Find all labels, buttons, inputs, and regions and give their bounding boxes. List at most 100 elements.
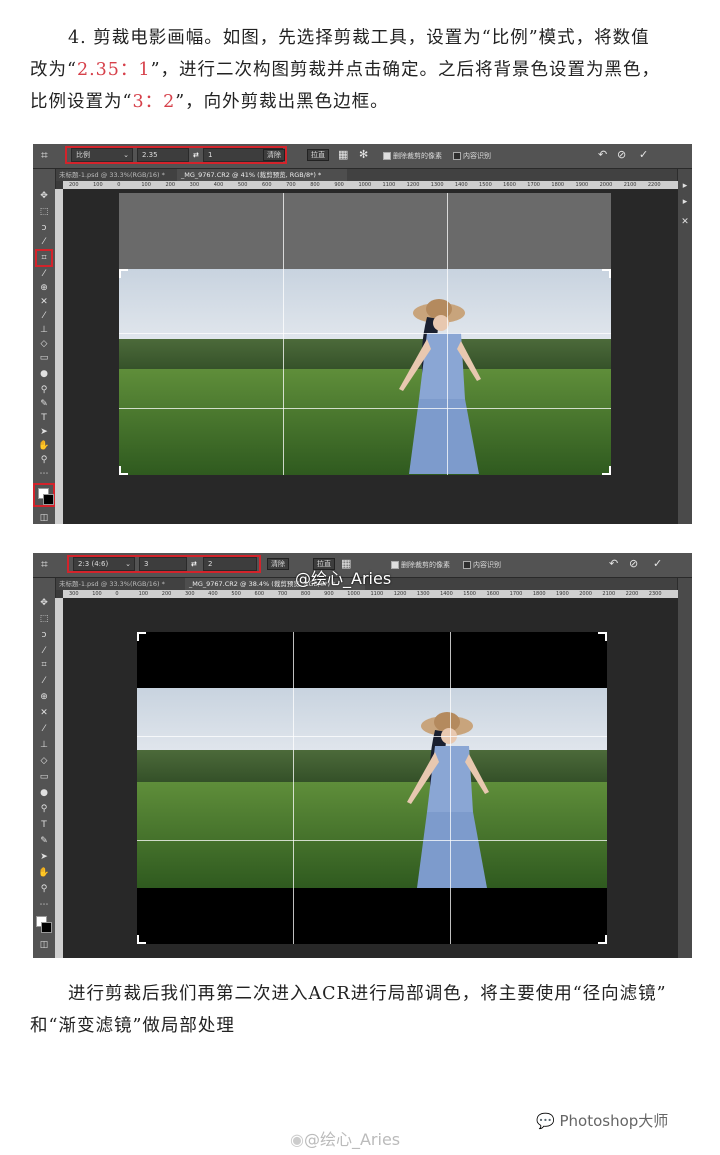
tab-document-1[interactable]: 未标题-1.psd @ 33.3%(RGB/16) *: [55, 578, 183, 590]
dodge-tool-icon[interactable]: ⚲: [37, 802, 51, 816]
reset-icon[interactable]: ↶: [609, 558, 618, 570]
delete-pixels-checkbox[interactable]: [391, 561, 399, 569]
pen-tool-icon[interactable]: ✎: [37, 834, 51, 848]
patch-tool-icon[interactable]: ✕: [37, 706, 51, 720]
lasso-tool-icon[interactable]: ↄ: [37, 628, 51, 642]
height-input[interactable]: 2: [203, 557, 257, 571]
crop-handle[interactable]: [119, 269, 128, 278]
ruler-tick-label: 0: [117, 182, 121, 188]
weibo-watermark: ◉@绘心_Aries: [290, 1130, 401, 1149]
healing-tool-icon[interactable]: ⊕: [37, 281, 51, 295]
gear-icon[interactable]: ✻: [359, 149, 368, 161]
crop-handle[interactable]: [137, 935, 146, 944]
swap-icon[interactable]: ⇄: [191, 559, 197, 569]
delete-pixels-checkbox[interactable]: [383, 152, 391, 160]
brush-tool-icon[interactable]: ⁄: [37, 309, 51, 323]
ruler-tick-label: 400: [213, 182, 224, 188]
dodge-tool-icon[interactable]: ⚲: [37, 383, 51, 397]
confirm-icon[interactable]: ✓: [639, 149, 648, 161]
tab-document-2[interactable]: _MG_9767.CR2 @ 41% (裁剪预览, RGB/8*) *: [177, 169, 347, 181]
crop-tool-icon[interactable]: ⌗: [41, 148, 55, 162]
stamp-tool-icon[interactable]: ⊥: [37, 738, 51, 752]
eyedropper-tool-icon[interactable]: ⁄: [37, 267, 51, 281]
background-color-swatch[interactable]: [43, 494, 54, 505]
width-input[interactable]: 3: [139, 557, 187, 571]
content-aware-checkbox[interactable]: [463, 561, 471, 569]
lasso-tool-icon[interactable]: ↄ: [37, 221, 51, 235]
ruler-tick-label: 600: [254, 591, 265, 597]
ruler-tick-label: 200: [161, 591, 172, 597]
clear-button[interactable]: 清除: [267, 558, 289, 570]
play-icon[interactable]: ▸: [678, 195, 692, 209]
color-swatches-highlight: [33, 483, 55, 507]
brush-tool-icon[interactable]: ⁄: [37, 722, 51, 736]
gradient-tool-icon[interactable]: ▭: [37, 770, 51, 784]
quick-mask-icon[interactable]: ◫: [37, 938, 51, 952]
cancel-icon[interactable]: ⊘: [629, 558, 638, 570]
healing-tool-icon[interactable]: ⊕: [37, 690, 51, 704]
blur-tool-icon[interactable]: ●: [37, 786, 51, 800]
crop-handle[interactable]: [119, 466, 128, 475]
ruler-tick-label: 1600: [486, 591, 500, 597]
marquee-tool-icon[interactable]: ⬚: [37, 205, 51, 219]
crop-tool-icon[interactable]: ⌗: [35, 249, 53, 267]
quick-select-tool-icon[interactable]: ⁄: [37, 644, 51, 658]
crop-tool-icon[interactable]: ⌗: [41, 557, 55, 571]
stamp-tool-icon[interactable]: ⊥: [37, 323, 51, 337]
ruler-tick-label: 1800: [532, 591, 546, 597]
more-tools-icon[interactable]: ⋯: [37, 898, 51, 912]
reset-icon[interactable]: ↶: [598, 149, 607, 161]
eraser-tool-icon[interactable]: ◇: [37, 337, 51, 351]
crop-tool-icon[interactable]: ⌗: [37, 658, 51, 672]
ruler-tick-label: 1000: [358, 182, 372, 188]
quick-mask-icon[interactable]: ◫: [37, 511, 51, 524]
move-tool-icon[interactable]: ✥: [37, 596, 51, 610]
intro-line-1: 4. 剪裁电影画幅。如图，先选择剪裁工具，设置为“比例”模式，将数值: [68, 28, 650, 48]
ruler-tick-label: 1800: [551, 182, 565, 188]
zoom-tool-icon[interactable]: ⚲: [37, 882, 51, 896]
path-select-tool-icon[interactable]: ➤: [37, 425, 51, 439]
eraser-tool-icon[interactable]: ◇: [37, 754, 51, 768]
crop-handle[interactable]: [137, 632, 146, 641]
marquee-tool-icon[interactable]: ⬚: [37, 612, 51, 626]
crop-handle[interactable]: [602, 269, 611, 278]
patch-tool-icon[interactable]: ✕: [37, 295, 51, 309]
hand-tool-icon[interactable]: ✋: [37, 439, 51, 453]
confirm-icon[interactable]: ✓: [653, 558, 662, 570]
blur-tool-icon[interactable]: ●: [37, 367, 51, 381]
ratio-select[interactable]: 比例 ⌄: [71, 148, 133, 162]
chevron-down-icon: ⌄: [123, 151, 129, 159]
cancel-icon[interactable]: ⊘: [617, 149, 626, 161]
straighten-button[interactable]: 拉直: [307, 149, 329, 161]
type-tool-icon[interactable]: T: [37, 411, 51, 425]
brand-watermark: 💬 Photoshop大师: [536, 1112, 669, 1130]
ruler-tick-label: 100: [93, 182, 103, 188]
crop-handle[interactable]: [598, 632, 607, 641]
play-icon[interactable]: ▸: [678, 179, 692, 193]
type-tool-icon[interactable]: T: [37, 818, 51, 832]
width-input[interactable]: 2.35: [137, 148, 189, 162]
eyedropper-tool-icon[interactable]: ⁄: [37, 674, 51, 688]
quick-select-tool-icon[interactable]: ⁄: [37, 235, 51, 249]
swap-icon[interactable]: ⇄: [193, 150, 199, 160]
zoom-tool-icon[interactable]: ⚲: [37, 453, 51, 467]
hand-tool-icon[interactable]: ✋: [37, 866, 51, 880]
clear-button[interactable]: 清除: [263, 149, 285, 161]
crop-handle[interactable]: [602, 466, 611, 475]
pen-tool-icon[interactable]: ✎: [37, 397, 51, 411]
crop-handle[interactable]: [598, 935, 607, 944]
more-tools-icon[interactable]: ⋯: [37, 467, 51, 481]
tab-document-1[interactable]: 未标题-1.psd @ 33.3%(RGB/16) *: [55, 169, 175, 181]
content-aware-checkbox[interactable]: [453, 152, 461, 160]
background-color-swatch[interactable]: [41, 922, 52, 933]
grid-overlay-icon[interactable]: ▦: [338, 149, 348, 161]
ruler-tick-label: 1200: [406, 182, 420, 188]
ruler-tick-label: 2100: [623, 182, 637, 188]
ratio-select[interactable]: 2:3 (4:6) ⌄: [73, 557, 135, 571]
gradient-tool-icon[interactable]: ▭: [37, 351, 51, 365]
tools-crossed-icon[interactable]: ✕: [678, 215, 692, 229]
crop-grid: [119, 193, 611, 475]
path-select-tool-icon[interactable]: ➤: [37, 850, 51, 864]
screen-mode-icon[interactable]: ▭: [37, 954, 51, 958]
move-tool-icon[interactable]: ✥: [37, 189, 51, 203]
